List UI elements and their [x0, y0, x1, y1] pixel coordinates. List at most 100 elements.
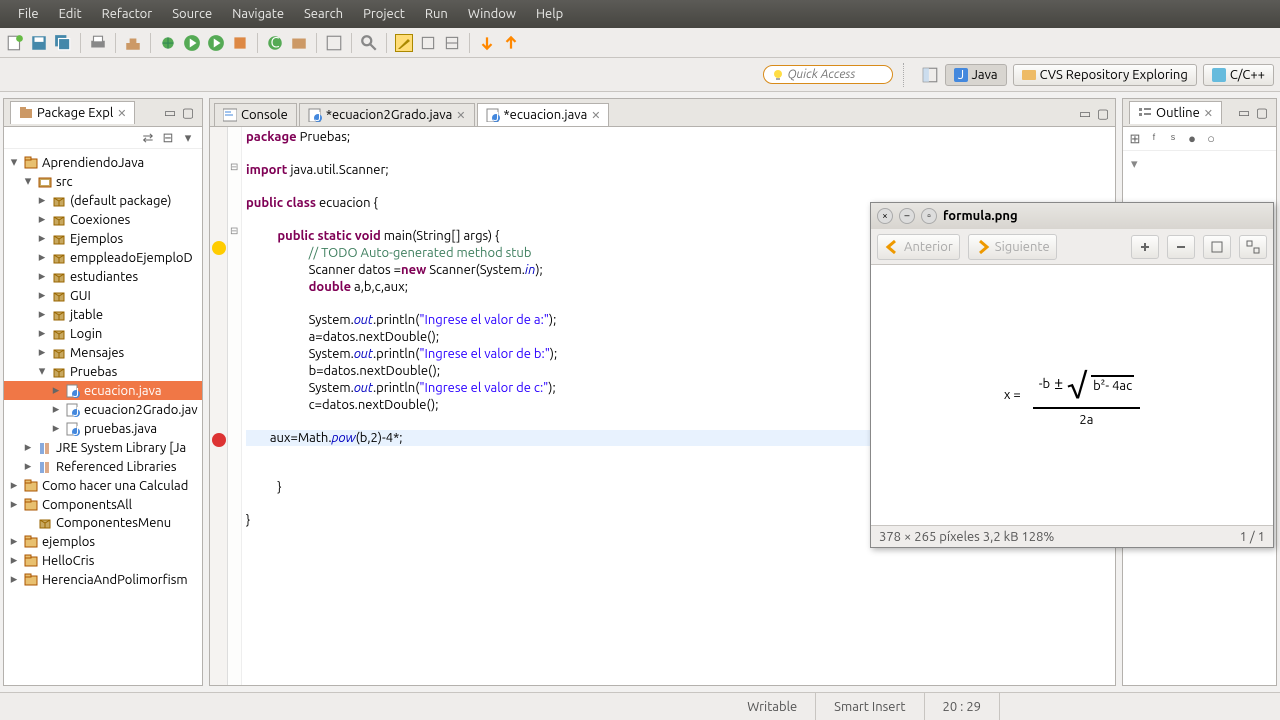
fullscreen-button[interactable] [1239, 235, 1267, 259]
collapse-all-icon[interactable]: ⊟ [160, 130, 176, 146]
menu-file[interactable]: File [8, 7, 49, 21]
zoom-fit-button[interactable] [1203, 235, 1231, 259]
prev-image-button[interactable]: Anterior [877, 234, 960, 260]
debug-icon[interactable] [159, 34, 177, 52]
close-icon[interactable]: ✕ [117, 107, 126, 120]
prev-ann-icon[interactable] [502, 34, 520, 52]
view-menu-icon[interactable]: ▾ [180, 130, 196, 146]
menu-refactor[interactable]: Refactor [92, 7, 163, 21]
close-icon[interactable]: ✕ [1204, 107, 1213, 120]
menu-project[interactable]: Project [353, 7, 415, 21]
build-icon[interactable] [124, 34, 142, 52]
maximize-icon[interactable]: ▢ [1095, 106, 1111, 122]
perspective-java[interactable]: J Java [945, 64, 1007, 86]
link-editor-icon[interactable]: ⇄ [140, 130, 156, 146]
filter-local-icon[interactable]: ○ [1203, 131, 1219, 147]
filter-static-icon[interactable]: ˢ [1165, 131, 1181, 147]
filter-fields-icon[interactable]: ᶠ [1146, 131, 1162, 147]
svg-text:J: J [73, 386, 79, 398]
error-marker[interactable] [212, 433, 226, 447]
tree-item[interactable]: ▸Como hacer una Calculad [4, 476, 202, 495]
tree-item[interactable]: ▸Referenced Libraries [4, 457, 202, 476]
outline-tabbar: Outline ✕ ▭ ▢ [1123, 99, 1276, 127]
menu-run[interactable]: Run [415, 7, 458, 21]
package-explorer-tab[interactable]: Package Expl ✕ [10, 101, 135, 124]
window-close-icon[interactable]: × [877, 208, 893, 224]
package-tree[interactable]: ▾AprendiendoJava▾src▸(default package)▸C… [4, 149, 202, 685]
print-icon[interactable] [89, 34, 107, 52]
new-package-icon[interactable] [290, 34, 308, 52]
menu-edit[interactable]: Edit [49, 7, 92, 21]
tree-item[interactable]: ▾src [4, 172, 202, 191]
open-type-icon[interactable] [325, 34, 343, 52]
run-icon[interactable] [183, 34, 201, 52]
zoom-out-button[interactable] [1167, 235, 1195, 259]
close-icon[interactable]: ✕ [591, 109, 600, 122]
image-canvas[interactable]: x = -b± √b²- 4ac 2a [871, 265, 1273, 525]
fold-toggle-icon[interactable]: ⊟ [230, 225, 238, 237]
quick-access-box[interactable] [763, 65, 893, 84]
minimize-icon[interactable]: ▭ [162, 105, 178, 121]
window-maximize-icon[interactable]: ▫ [921, 208, 937, 224]
search-icon[interactable] [360, 34, 378, 52]
tree-item[interactable]: ▸Coexiones [4, 210, 202, 229]
tree-item[interactable]: ▸Jecuacion2Grado.jav [4, 400, 202, 419]
quick-access-input[interactable] [788, 68, 884, 81]
minimize-icon[interactable]: ▭ [1236, 105, 1252, 121]
tree-item[interactable]: ▸emppleadoEjemploD [4, 248, 202, 267]
menu-search[interactable]: Search [294, 7, 353, 21]
menu-help[interactable]: Help [526, 7, 573, 21]
next-image-button[interactable]: Siguiente [968, 234, 1057, 260]
tree-item[interactable]: ▸jtable [4, 305, 202, 324]
fold-toggle-icon[interactable]: ⊟ [230, 161, 238, 173]
maximize-icon[interactable]: ▢ [180, 105, 196, 121]
zoom-in-button[interactable] [1131, 235, 1159, 259]
menu-navigate[interactable]: Navigate [222, 7, 294, 21]
image-viewer-titlebar[interactable]: × – ▫ formula.png [871, 203, 1273, 229]
tree-item[interactable]: ▸ComponentsAll [4, 495, 202, 514]
tree-item[interactable]: ▸HerenciaAndPolimorfism [4, 570, 202, 589]
outline-expand-icon[interactable]: ▾ [1127, 155, 1272, 174]
tree-item[interactable]: ▸GUI [4, 286, 202, 305]
tree-item[interactable]: ▸ejemplos [4, 532, 202, 551]
warning-marker[interactable] [212, 241, 226, 255]
close-icon[interactable]: ✕ [456, 109, 465, 122]
tree-item[interactable]: ComponentesMenu [4, 514, 202, 532]
perspective-cpp[interactable]: C/C++ [1203, 64, 1274, 86]
open-perspective-icon[interactable] [921, 66, 939, 84]
run-last-icon[interactable] [207, 34, 225, 52]
next-ann-icon[interactable] [478, 34, 496, 52]
ext-tools-icon[interactable] [231, 34, 249, 52]
tree-item[interactable]: ▸Jecuacion.java [4, 381, 202, 400]
tree-item[interactable]: ▸JRE System Library [Ja [4, 438, 202, 457]
toggle-block-icon[interactable] [419, 34, 437, 52]
tab-console[interactable]: Console [214, 103, 297, 126]
tree-item[interactable]: ▾AprendiendoJava [4, 153, 202, 172]
filter-public-icon[interactable]: ● [1184, 131, 1200, 147]
window-minimize-icon[interactable]: – [899, 208, 915, 224]
menu-source[interactable]: Source [162, 7, 222, 21]
save-all-icon[interactable] [54, 34, 72, 52]
tab-ecuacion[interactable]: J *ecuacion.java ✕ [477, 103, 610, 126]
tree-item[interactable]: ▸Login [4, 324, 202, 343]
tree-item[interactable]: ▸HelloCris [4, 551, 202, 570]
status-cursor-pos: 20 : 29 [925, 693, 1000, 720]
tree-item[interactable]: ▸Jpruebas.java [4, 419, 202, 438]
maximize-icon[interactable]: ▢ [1254, 105, 1270, 121]
new-icon[interactable] [6, 34, 24, 52]
outline-tab[interactable]: Outline ✕ [1129, 101, 1222, 124]
tree-item[interactable]: ▸Ejemplos [4, 229, 202, 248]
toggle-mark-icon[interactable] [395, 34, 413, 52]
tree-item[interactable]: ▸estudiantes [4, 267, 202, 286]
sort-icon[interactable]: ⊞ [1127, 131, 1143, 147]
tree-item[interactable]: ▸(default package) [4, 191, 202, 210]
minimize-icon[interactable]: ▭ [1077, 106, 1093, 122]
new-class-icon[interactable]: C [266, 34, 284, 52]
perspective-cvs[interactable]: CVS Repository Exploring [1013, 64, 1197, 86]
tree-item[interactable]: ▾Pruebas [4, 362, 202, 381]
toggle-ws-icon[interactable] [443, 34, 461, 52]
menu-window[interactable]: Window [458, 7, 526, 21]
tree-item[interactable]: ▸Mensajes [4, 343, 202, 362]
save-icon[interactable] [30, 34, 48, 52]
tab-ecuacion2grado[interactable]: J *ecuacion2Grado.java ✕ [299, 103, 475, 126]
